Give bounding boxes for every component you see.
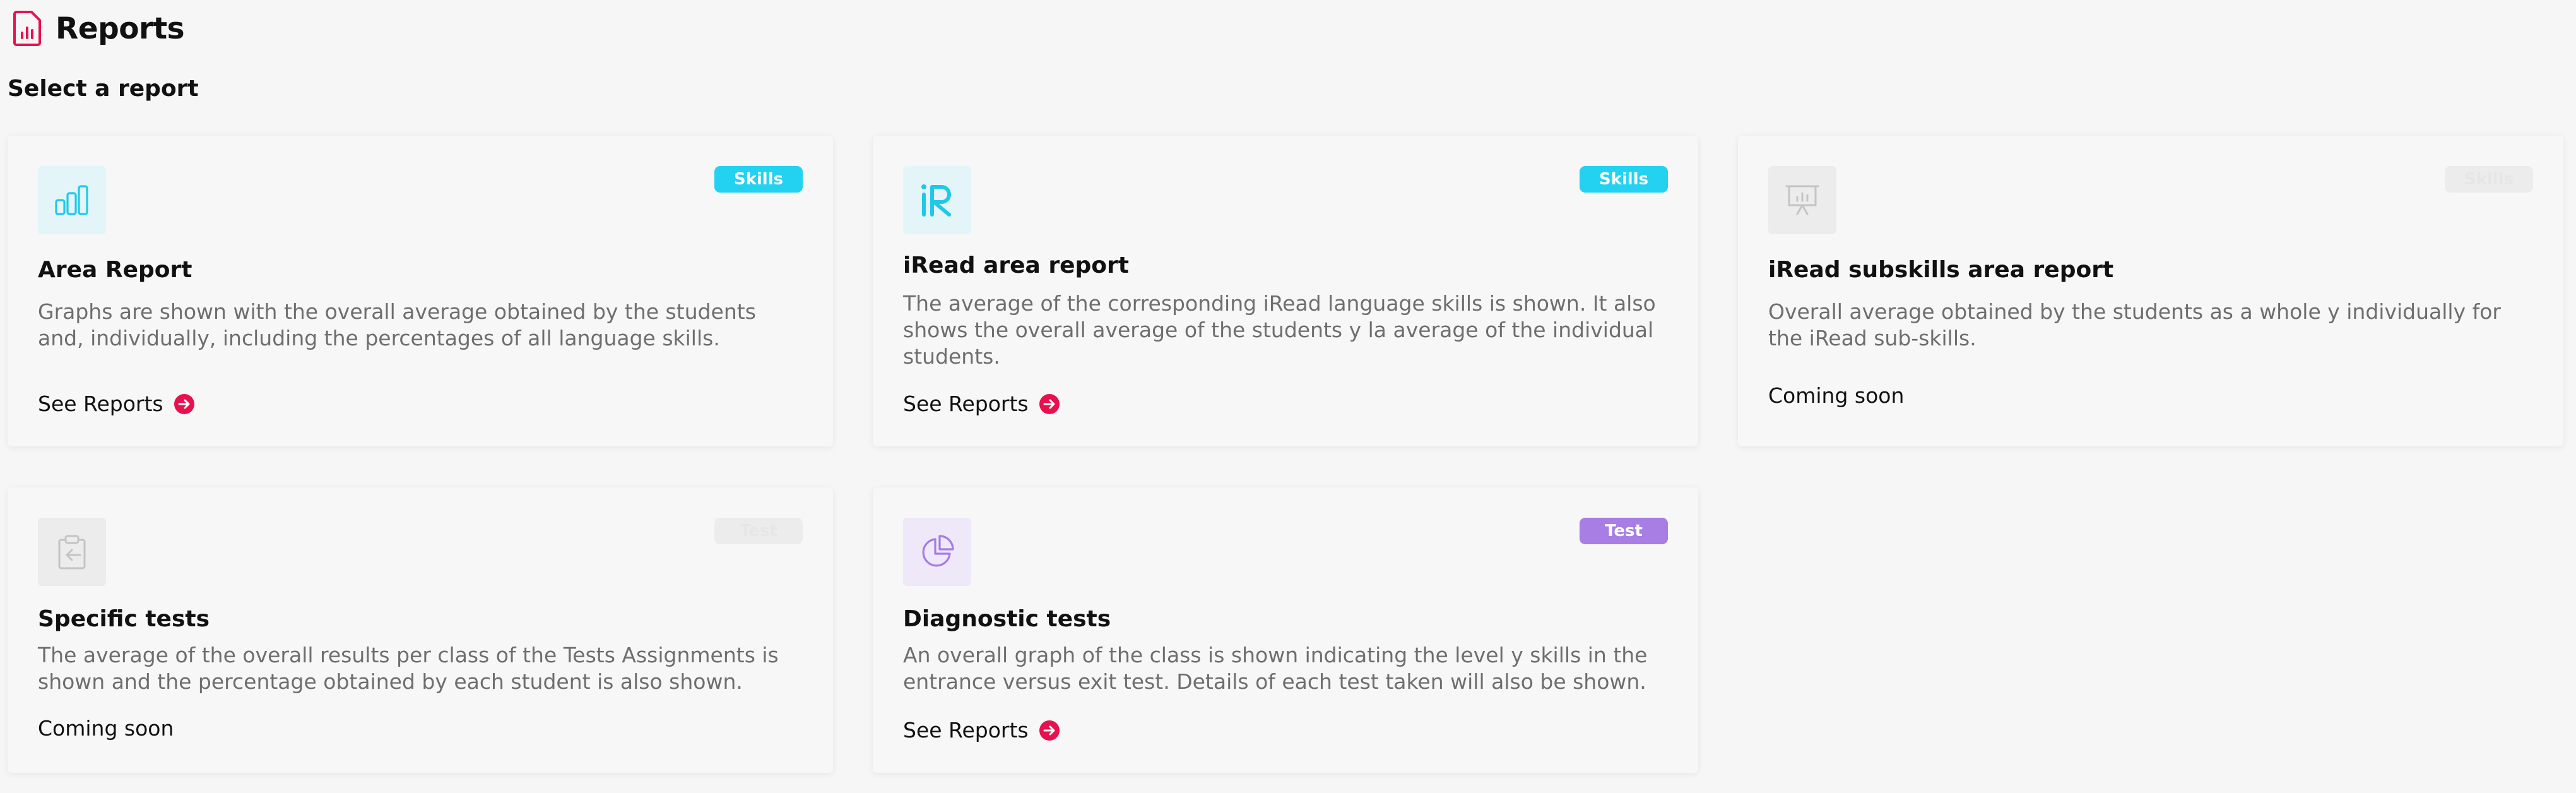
presentation-board-icon [1768,166,1836,234]
page-header: Reports [11,9,185,48]
bar-chart-icon [38,166,106,234]
card-title: Diagnostic tests [903,606,1111,632]
arrow-right-circle-icon [1039,393,1060,415]
see-reports-link[interactable]: See Reports [903,391,1060,416]
report-card-diagnostic-tests: Test Diagnostic tests An overall graph o… [873,487,1698,773]
iread-logo-icon [903,166,971,234]
card-title: iRead subskills area report [1768,257,2114,283]
test-badge: Test [714,518,803,544]
arrow-right-circle-icon [1039,720,1060,741]
pie-chart-icon [903,518,971,586]
skills-badge: Skills [1580,166,1668,193]
card-description: The average of the corresponding iRead l… [903,291,1656,369]
see-reports-label: See Reports [903,391,1029,416]
card-description: The average of the overall results per c… [38,643,779,694]
card-title: iRead area report [903,253,1129,278]
see-reports-link[interactable]: See Reports [903,718,1060,742]
card-description: Graphs are shown with the overall averag… [38,299,756,350]
report-card-iread-subskills: Skills iRead subskills area report Overa… [1738,136,2563,446]
skills-badge: Skills [714,166,803,193]
card-description: An overall graph of the class is shown i… [903,643,1648,694]
clipboard-arrow-icon [38,518,106,586]
card-title: Area Report [38,257,192,283]
report-file-icon [11,9,43,48]
card-description: Overall average obtained by the students… [1768,299,2501,350]
report-card-specific-tests: Test Specific tests The average of the o… [8,487,833,773]
skills-badge: Skills [2445,166,2533,193]
report-card-iread-area: Skills iRead area report The average of … [873,136,1698,446]
section-subtitle: Select a report [8,76,199,102]
coming-soon-label: Coming soon [1768,383,1905,408]
see-reports-label: See Reports [903,718,1029,742]
see-reports-link[interactable]: See Reports [38,391,195,416]
see-reports-label: See Reports [38,391,163,416]
report-card-area: Skills Area Report Graphs are shown with… [8,136,833,446]
page-title: Reports [56,11,185,46]
coming-soon-label: Coming soon [38,716,174,741]
test-badge: Test [1580,518,1668,544]
card-title: Specific tests [38,606,210,632]
arrow-right-circle-icon [174,393,195,415]
